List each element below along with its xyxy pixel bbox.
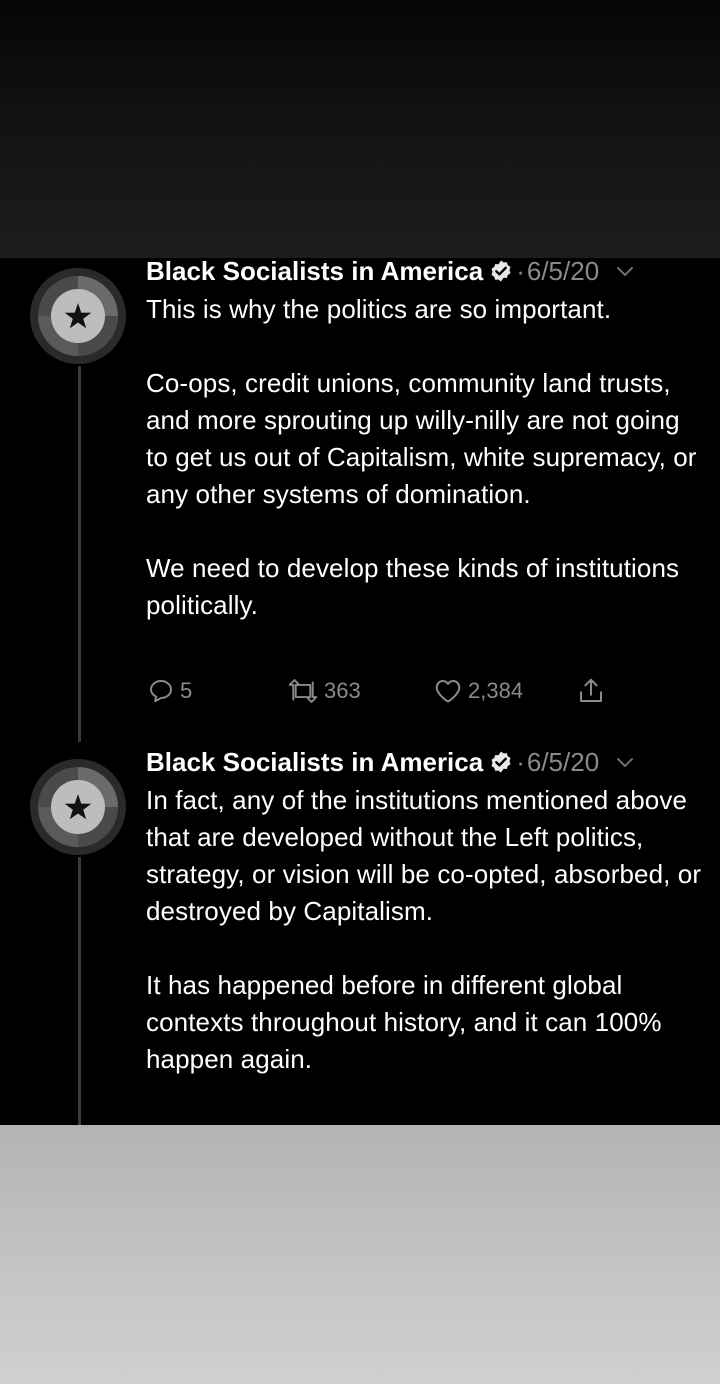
tweet-header: Black Socialists in America · 6/5/20 xyxy=(146,747,706,777)
share-button[interactable] xyxy=(576,674,606,708)
share-icon xyxy=(580,678,602,702)
reply-icon xyxy=(150,680,172,703)
chevron-down-icon[interactable] xyxy=(613,259,637,283)
tweet-date[interactable]: 6/5/20 xyxy=(527,747,599,777)
like-count: 2,384 xyxy=(468,678,524,703)
tweet-text: In fact, any of the institutions mention… xyxy=(146,782,706,1078)
reply-count: 5 xyxy=(180,678,193,703)
like-button[interactable]: 2,384 xyxy=(432,674,523,708)
bottom-gray-band xyxy=(0,1125,720,1384)
retweet-icon xyxy=(288,679,318,703)
tweet-paragraph: Co-ops, credit unions, community land tr… xyxy=(146,368,697,509)
tweet-paragraph: This is why the politics are so importan… xyxy=(146,294,612,324)
verified-badge-icon xyxy=(489,259,513,283)
top-dark-band xyxy=(0,0,720,260)
date-separator: · xyxy=(516,258,525,286)
tweet-header: Black Socialists in America · 6/5/20 xyxy=(146,258,706,286)
thread-connector-line xyxy=(78,857,81,1125)
tweet-paragraph: In fact, any of the institutions mention… xyxy=(146,785,702,926)
tweet-actions: 5 363 2,384 xyxy=(146,674,706,708)
chevron-down-icon[interactable] xyxy=(613,750,637,774)
retweet-count: 363 xyxy=(324,678,361,703)
retweet-button[interactable]: 363 xyxy=(286,674,361,708)
thread-connector-line xyxy=(78,366,81,742)
author-name[interactable]: Black Socialists in America xyxy=(146,258,483,286)
tweet-paragraph: We need to develop these kinds of instit… xyxy=(146,553,680,620)
author-name[interactable]: Black Socialists in America xyxy=(146,747,483,777)
tweet-2: Black Socialists in America · 6/5/20 In … xyxy=(0,747,720,1125)
tweet-paragraph: It has happened before in different glob… xyxy=(146,970,662,1074)
avatar[interactable] xyxy=(30,268,126,364)
reply-button[interactable]: 5 xyxy=(146,674,192,708)
star-in-circle-icon xyxy=(30,268,126,364)
tweet-thread-screenshot: Black Socialists in America · 6/5/20 Thi… xyxy=(0,258,720,1125)
avatar[interactable] xyxy=(30,759,126,855)
verified-badge-icon xyxy=(489,750,513,774)
star-in-circle-icon xyxy=(30,759,126,855)
tweet-1: Black Socialists in America · 6/5/20 Thi… xyxy=(0,258,720,742)
tweet-date[interactable]: 6/5/20 xyxy=(527,258,599,286)
heart-icon xyxy=(435,680,461,703)
date-separator: · xyxy=(516,747,525,777)
tweet-text: This is why the politics are so importan… xyxy=(146,291,706,624)
